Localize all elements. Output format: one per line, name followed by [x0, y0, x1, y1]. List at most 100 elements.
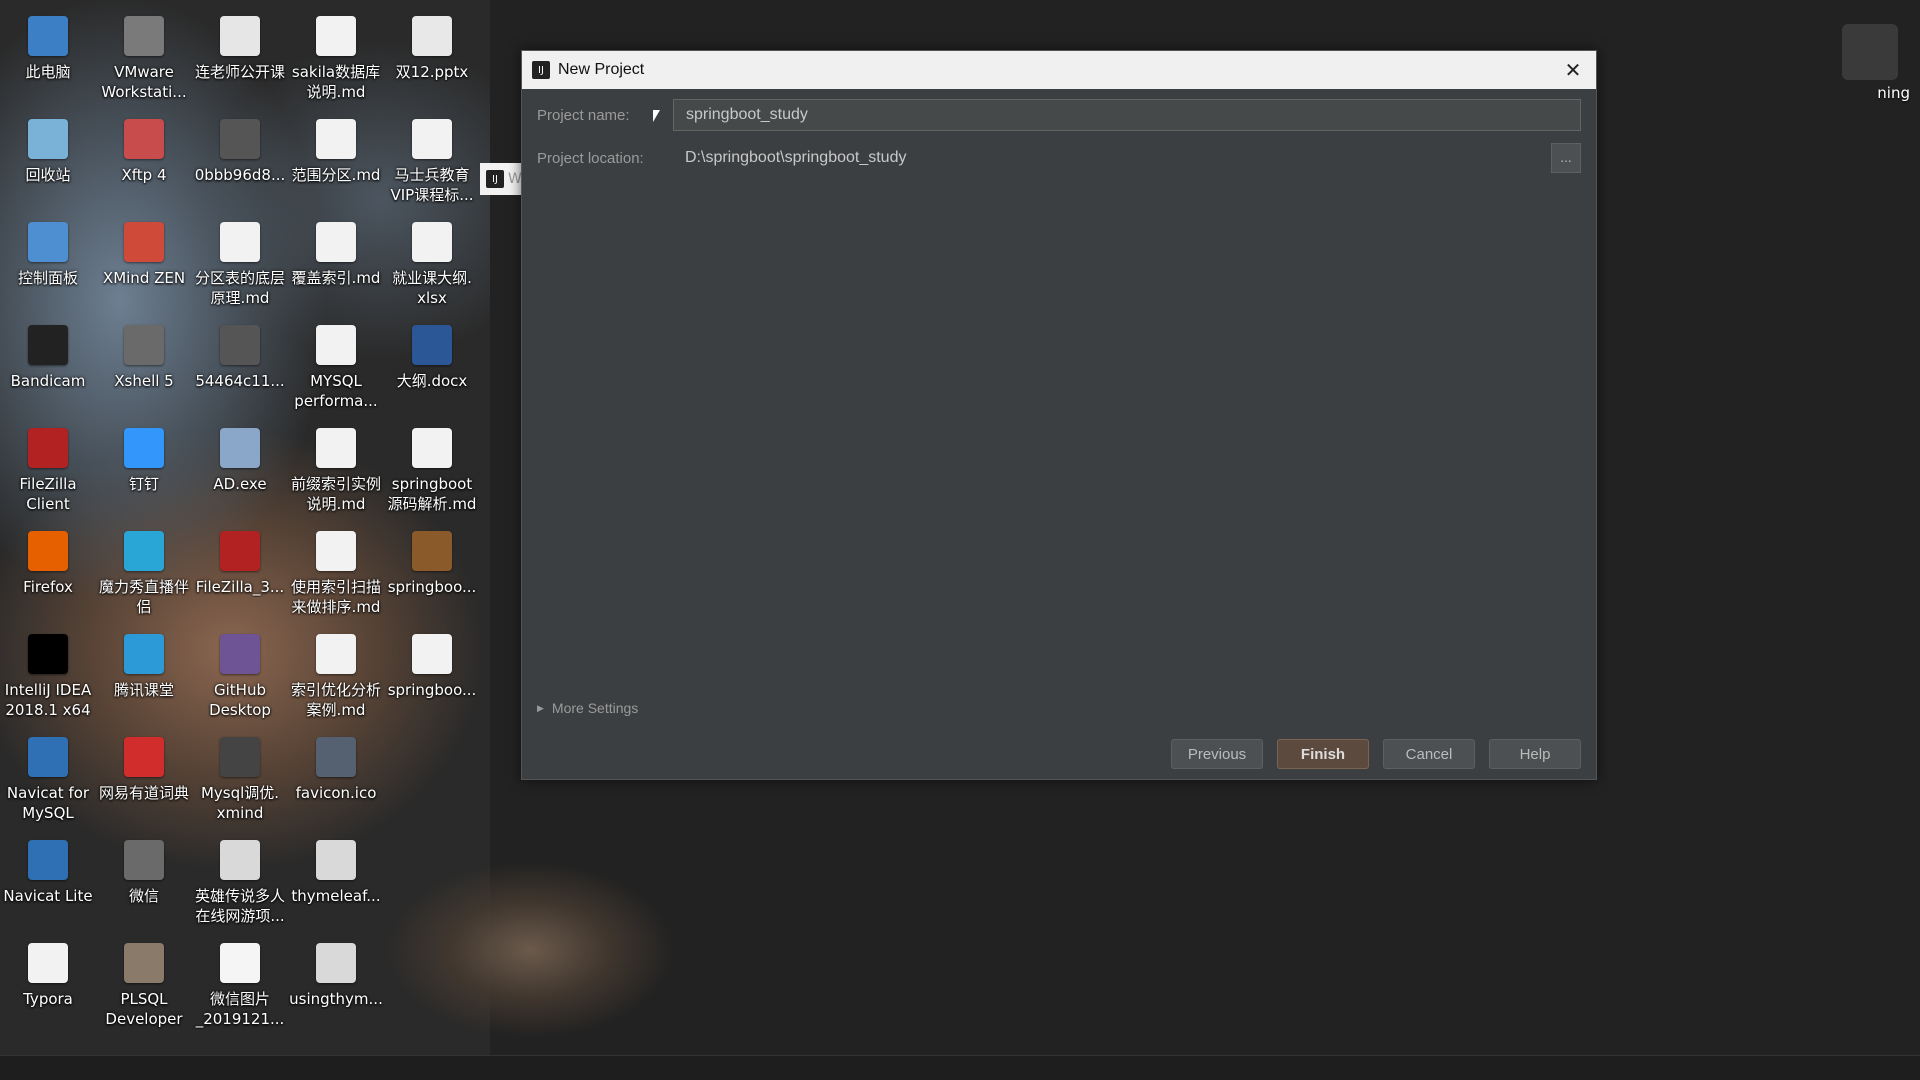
close-button[interactable]: ✕	[1550, 51, 1596, 89]
desktop-icon-label: 英雄传说多人 在线网游项...	[194, 887, 285, 925]
desktop-icon[interactable]: Navicat for MySQL	[0, 737, 96, 837]
desktop-icon[interactable]: AD.exe	[192, 428, 288, 528]
desktop-icon-label: VMware Workstati...	[101, 63, 187, 101]
desktop-icon[interactable]: FileZilla Client	[0, 428, 96, 528]
desktop-icon[interactable]: 双12.pptx	[384, 16, 480, 116]
desktop-icon-label: 魔力秀直播伴 侣	[98, 578, 189, 616]
project-location-row: Project location: ...	[537, 142, 1581, 174]
help-button[interactable]: Help	[1489, 739, 1581, 769]
file-icon	[412, 634, 452, 674]
desktop-icon[interactable]: springboot 源码解析.md	[384, 428, 480, 528]
desktop-icon-label: 微信图片 _2019121...	[195, 990, 285, 1028]
desktop-icon-label: 腾讯课堂	[113, 681, 174, 699]
desktop-icon-label: 使用索引扫描 来做排序.md	[290, 578, 381, 616]
desktop-icon[interactable]: Xshell 5	[96, 325, 192, 425]
desktop-icon[interactable]: sakila数据库 说明.md	[288, 16, 384, 116]
desktop-icon[interactable]: 英雄传说多人 在线网游项...	[192, 840, 288, 940]
desktop-icon[interactable]: 0bbb96d8...	[192, 119, 288, 219]
browse-location-button[interactable]: ...	[1551, 143, 1581, 173]
desktop-icon-label: 就业课大纲. xlsx	[392, 269, 472, 307]
markdown-icon	[316, 325, 356, 365]
desktop-icon[interactable]: Bandicam	[0, 325, 96, 425]
desktop-icon[interactable]: thymeleaf...	[288, 840, 384, 940]
desktop-icon[interactable]: 54464c11...	[192, 325, 288, 425]
markdown-icon	[316, 531, 356, 571]
cancel-button[interactable]: Cancel	[1383, 739, 1475, 769]
exe-icon	[220, 428, 260, 468]
desktop-icon-label: springboot 源码解析.md	[387, 475, 477, 513]
desktop-icon[interactable]: IntelliJ IDEA 2018.1 x64	[0, 634, 96, 734]
desktop-icon[interactable]: 微信	[96, 840, 192, 940]
previous-button[interactable]: Previous	[1171, 739, 1263, 769]
dialog-titlebar[interactable]: IJ New Project ✕	[522, 51, 1596, 89]
desktop-icon[interactable]: MYSQL performa...	[288, 325, 384, 425]
desktop-icon[interactable]: GitHub Desktop	[192, 634, 288, 734]
vmware-icon	[124, 16, 164, 56]
xmind-file-icon	[220, 737, 260, 777]
desktop-icon[interactable]: 腾讯课堂	[96, 634, 192, 734]
desktop-icon[interactable]: favicon.ico	[288, 737, 384, 837]
desktop-icon-label: thymeleaf...	[291, 887, 381, 905]
navicat-icon	[28, 840, 68, 880]
background-window-tab[interactable]: IJ W	[480, 163, 522, 195]
desktop-icon[interactable]: 魔力秀直播伴 侣	[96, 531, 192, 631]
live-stream-icon	[124, 531, 164, 571]
desktop-icon[interactable]: 控制面板	[0, 222, 96, 322]
desktop-icon[interactable]: Navicat Lite	[0, 840, 96, 940]
desktop-icon[interactable]: FileZilla_3...	[192, 531, 288, 631]
desktop-icon[interactable]: 大纲.docx	[384, 325, 480, 425]
desktop-icon[interactable]: 钉钉	[96, 428, 192, 528]
desktop-icon-label: 前缀索引实例 说明.md	[290, 475, 381, 513]
desktop-icon[interactable]: PLSQL Developer	[96, 943, 192, 1043]
desktop-icon[interactable]: 回收站	[0, 119, 96, 219]
desktop-corner-shortcut[interactable]: ning	[1830, 24, 1910, 114]
desktop-icon-label: usingthym...	[289, 990, 383, 1008]
desktop-icon-label: 分区表的底层 原理.md	[194, 269, 285, 307]
desktop-icon[interactable]: Xftp 4	[96, 119, 192, 219]
plsql-icon	[124, 943, 164, 983]
desktop-icon-label: Typora	[23, 990, 73, 1008]
desktop-icon[interactable]: 分区表的底层 原理.md	[192, 222, 288, 322]
markdown-icon	[316, 16, 356, 56]
markdown-icon	[316, 222, 356, 262]
desktop-icon[interactable]: 使用索引扫描 来做排序.md	[288, 531, 384, 631]
pdf-icon	[316, 943, 356, 983]
desktop-icon[interactable]: 覆盖索引.md	[288, 222, 384, 322]
more-settings-toggle[interactable]: ▶ More Settings	[537, 700, 638, 716]
desktop-icon[interactable]: 微信图片 _2019121...	[192, 943, 288, 1043]
project-location-input[interactable]	[673, 142, 1545, 174]
desktop-icon-label: 连老师公开课	[194, 63, 285, 81]
favicon-icon	[316, 737, 356, 777]
desktop-icon[interactable]: VMware Workstati...	[96, 16, 192, 116]
desktop-icon[interactable]: 马士兵教育 VIP课程标...	[384, 119, 480, 219]
project-name-input[interactable]	[673, 99, 1581, 131]
control-panel-icon	[28, 222, 68, 262]
expand-triangle-icon: ▶	[537, 702, 544, 713]
desktop-icon-label: Xshell 5	[114, 372, 174, 390]
desktop-icon[interactable]: usingthym...	[288, 943, 384, 1043]
desktop-icon[interactable]: springboo...	[384, 634, 480, 734]
desktop-icon-label: favicon.ico	[295, 784, 377, 802]
intellij-icon	[28, 634, 68, 674]
desktop-icon[interactable]: Firefox	[0, 531, 96, 631]
desktop-icon-label: GitHub Desktop	[209, 681, 271, 719]
mouse-cursor-icon	[653, 110, 660, 122]
pptx-icon	[412, 16, 452, 56]
desktop-icon[interactable]: springboo...	[384, 531, 480, 631]
desktop-icon[interactable]: 范围分区.md	[288, 119, 384, 219]
app-shortcut-icon	[1842, 24, 1898, 80]
desktop-corner-shortcut-label: ning	[1877, 84, 1910, 102]
pdf-icon	[316, 840, 356, 880]
desktop-icon[interactable]: XMind ZEN	[96, 222, 192, 322]
desktop-icon[interactable]: 此电脑	[0, 16, 96, 116]
finish-button[interactable]: Finish	[1277, 739, 1369, 769]
desktop-icon[interactable]: Mysql调优. xmind	[192, 737, 288, 837]
desktop-icon[interactable]: 索引优化分析 案例.md	[288, 634, 384, 734]
desktop-icon[interactable]: 网易有道词典	[96, 737, 192, 837]
desktop-icon[interactable]: 就业课大纲. xlsx	[384, 222, 480, 322]
desktop-icon[interactable]: 前缀索引实例 说明.md	[288, 428, 384, 528]
desktop-icon[interactable]: Typora	[0, 943, 96, 1043]
desktop-icon[interactable]: 连老师公开课	[192, 16, 288, 116]
desktop-icon-label: Navicat Lite	[3, 887, 93, 905]
xftp-icon	[124, 119, 164, 159]
